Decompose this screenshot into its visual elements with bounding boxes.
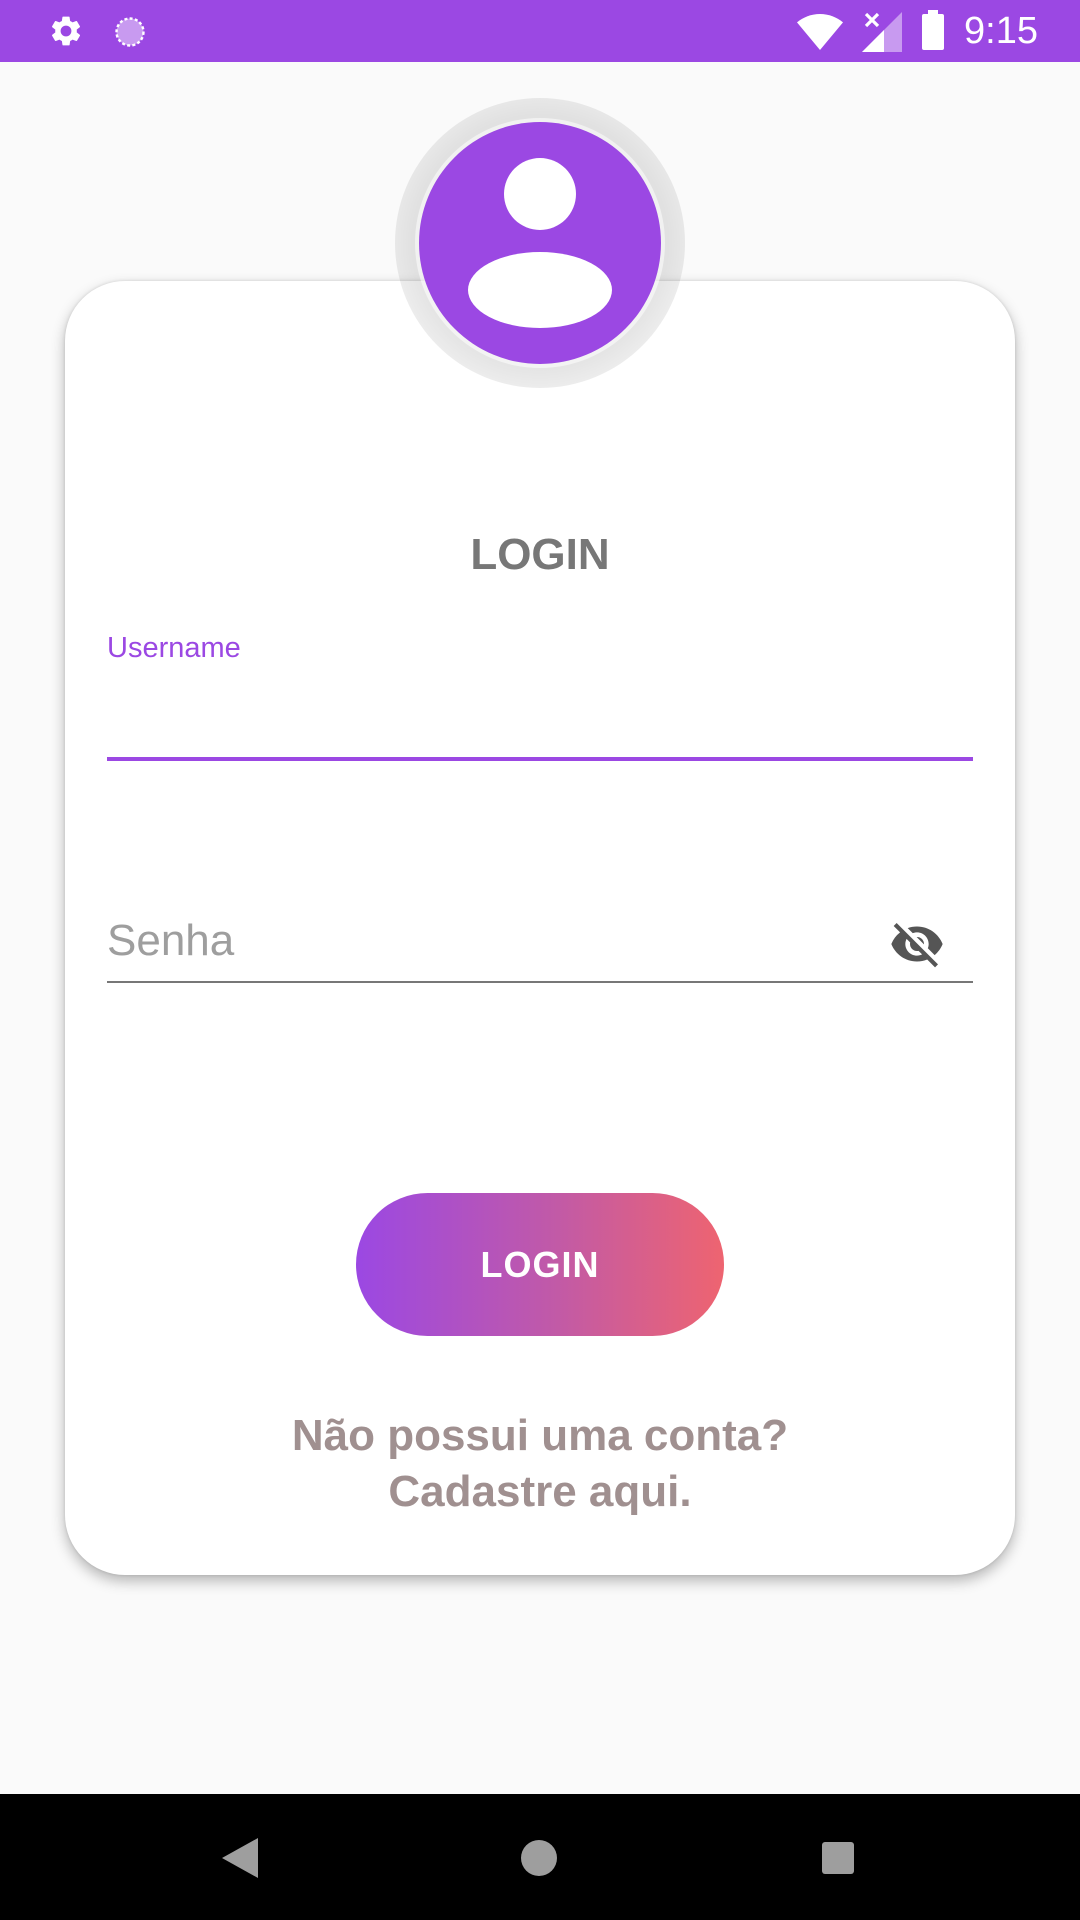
sync-icon (115, 17, 145, 47)
back-icon[interactable] (222, 1838, 258, 1878)
username-label: Username (107, 632, 241, 664)
signup-question: Não possui uma conta? (291, 1411, 789, 1460)
status-bar: 9:15 (0, 0, 1080, 62)
eye-off-icon[interactable] (886, 916, 948, 972)
avatar (419, 122, 661, 364)
home-icon[interactable] (521, 1840, 557, 1876)
username-input[interactable] (107, 672, 973, 758)
gear-icon (52, 16, 81, 46)
username-underline (107, 757, 973, 761)
signal-icon (862, 12, 902, 52)
signup-cta: Cadastre aqui. (388, 1467, 692, 1516)
battery-icon (922, 10, 944, 50)
password-underline (107, 981, 973, 983)
signup-link[interactable]: Não possui uma conta? Cadastre aqui. (0, 1408, 1080, 1520)
status-time: 9:15 (964, 10, 1038, 52)
user-icon (468, 158, 612, 328)
login-button[interactable]: LOGIN (356, 1193, 724, 1336)
page-title: LOGIN (470, 530, 610, 579)
wifi-icon (797, 14, 843, 50)
login-screen: 9:15 LOGIN Username LOGIN Não possui uma… (0, 0, 1080, 1920)
password-input[interactable] (107, 906, 877, 976)
recents-icon[interactable] (822, 1842, 854, 1874)
